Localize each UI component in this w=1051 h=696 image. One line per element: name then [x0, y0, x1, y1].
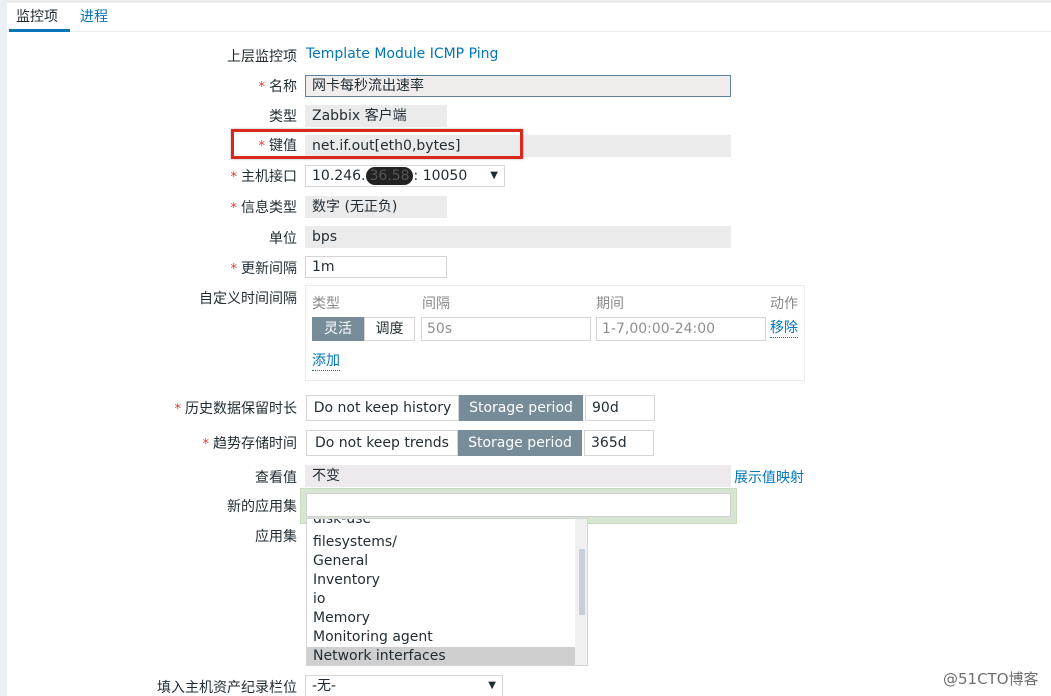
parent-item-label: 上层监控项 [227, 49, 297, 65]
list-item[interactable]: Monitoring agent [307, 628, 575, 647]
update-interval-input[interactable]: 1m [305, 256, 447, 278]
history-label: * 历史数据保留时长 [175, 398, 298, 418]
applications-listbox[interactable]: disk-use filesystems/ General Inventory … [306, 518, 588, 666]
type-field: Zabbix 客户端 [305, 105, 447, 127]
new-application-label: 新的应用集 [227, 499, 297, 515]
custom-intervals-label: 自定义时间间隔 [199, 291, 297, 307]
name-label: * 名称 [259, 76, 298, 96]
required-marker: * [230, 262, 238, 277]
list-item[interactable]: io [307, 590, 575, 609]
trends-label-text: 趋势存储时间 [213, 436, 297, 452]
show-value-field: 不变 [305, 465, 731, 487]
scrollbar-thumb[interactable] [579, 549, 585, 615]
trends-do-not-keep-button[interactable]: Do not keep trends [306, 430, 458, 456]
units-field: bps [305, 226, 731, 248]
required-marker: * [258, 80, 266, 95]
list-item[interactable]: disk-use [307, 519, 575, 529]
history-period-input[interactable]: 90d [585, 395, 655, 421]
dropdown-arrow-icon: ▼ [488, 680, 496, 691]
units-label: 单位 [269, 231, 297, 247]
listbox-scrollbar[interactable] [575, 519, 587, 665]
header-period: 期间 [596, 296, 624, 312]
history-label-text: 历史数据保留时长 [185, 401, 297, 417]
list-item[interactable]: filesystems/ [307, 533, 575, 552]
name-input[interactable]: 网卡每秒流出速率 [305, 75, 731, 97]
inventory-field-value: -无- [312, 678, 337, 694]
list-item[interactable]: Memory [307, 609, 575, 628]
info-type-field: 数字 (无正负) [305, 196, 447, 218]
header-interval: 间隔 [422, 296, 450, 312]
info-type-label: * 信息类型 [231, 197, 298, 217]
trends-storage-period-button[interactable]: Storage period [458, 430, 582, 456]
tab-items[interactable]: 监控项 [9, 7, 70, 32]
masked-ip-segment: 36.58 [366, 167, 413, 185]
host-interface-label: * 主机接口 [231, 166, 298, 186]
trends-period-input[interactable]: 365d [584, 430, 654, 456]
required-marker: * [230, 170, 238, 185]
host-interface-label-text: 主机接口 [241, 169, 297, 185]
highlight-box [231, 129, 523, 159]
interval-input[interactable]: 50s [421, 317, 591, 341]
list-item[interactable]: Inventory [307, 571, 575, 590]
interface-ip-prefix: 10.246. [312, 168, 366, 184]
type-label: 类型 [269, 109, 297, 125]
inventory-field-label: 填入主机资产纪录栏位 [157, 680, 297, 696]
list-item-selected[interactable]: Network interfaces [307, 647, 575, 665]
tab-bar: 监控项 进程 [7, 3, 1051, 32]
applications-label: 应用集 [255, 529, 297, 545]
type-scheduling-button[interactable]: 调度 [364, 317, 415, 341]
parent-template-link[interactable]: Template Module ICMP Ping [306, 46, 498, 62]
name-label-text: 名称 [269, 79, 297, 95]
required-marker: * [230, 201, 238, 216]
watermark: @51CTO博客 [943, 670, 1039, 688]
new-application-input[interactable] [306, 493, 731, 517]
period-input[interactable]: 1-7,00:00-24:00 [596, 317, 766, 341]
add-interval-link[interactable]: 添加 [312, 352, 340, 371]
history-do-not-keep-button[interactable]: Do not keep history [306, 395, 459, 421]
inventory-field-select[interactable]: -无- ▼ [305, 675, 503, 696]
left-sidebar-strip [0, 0, 7, 696]
tab-processes[interactable]: 进程 [80, 7, 108, 32]
host-interface-select[interactable]: 10.246. 36.58: 10050 ▼ [305, 165, 505, 187]
interface-port: : 10050 [413, 168, 468, 184]
dropdown-arrow-icon: ▼ [490, 170, 498, 181]
show-value-label: 查看值 [255, 470, 297, 486]
trends-label: * 趋势存储时间 [203, 433, 298, 453]
update-interval-label: * 更新间隔 [231, 258, 298, 278]
header-action: 动作 [770, 296, 798, 312]
remove-link[interactable]: 移除 [770, 319, 798, 338]
required-marker: * [202, 437, 210, 452]
custom-intervals-table: 类型 间隔 期间 动作 灵活 调度 50s 1-7,00:00-24:00 移除… [305, 285, 805, 381]
required-marker: * [174, 402, 182, 417]
header-type: 类型 [312, 296, 340, 312]
info-type-label-text: 信息类型 [241, 200, 297, 216]
history-storage-period-button[interactable]: Storage period [459, 395, 583, 421]
list-item[interactable]: General [307, 552, 575, 571]
type-flexible-button[interactable]: 灵活 [312, 317, 364, 341]
update-interval-label-text: 更新间隔 [241, 261, 297, 277]
show-value-mapping-link[interactable]: 展示值映射 [734, 467, 804, 487]
